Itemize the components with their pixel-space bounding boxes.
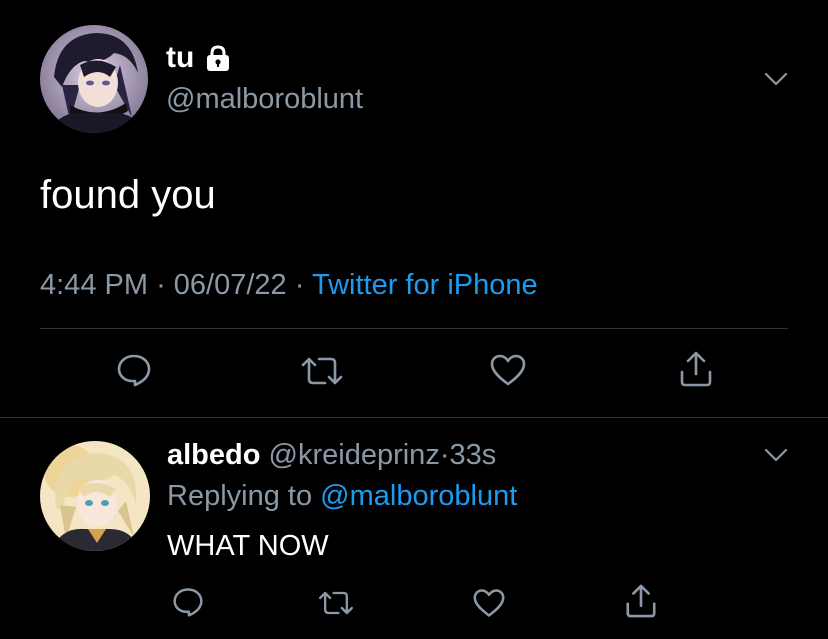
tweet-time: 4:44 PM — [40, 269, 148, 301]
divider — [0, 417, 828, 418]
retweet-icon[interactable] — [317, 588, 355, 618]
avatar[interactable] — [40, 441, 150, 551]
mention-link[interactable]: @malboroblunt — [320, 480, 517, 512]
heart-icon[interactable] — [489, 352, 527, 388]
timestamp[interactable]: 33s — [449, 439, 496, 471]
comment-icon[interactable] — [172, 586, 204, 618]
avatar[interactable] — [40, 25, 148, 133]
replying-to-label: Replying to — [167, 480, 313, 512]
replying-to: Replying to @malboroblunt — [167, 479, 517, 513]
display-name-text: tu — [166, 41, 195, 74]
tweet-source-link[interactable]: Twitter for iPhone — [312, 269, 538, 301]
share-icon[interactable] — [678, 350, 714, 388]
display-name[interactable]: tu — [166, 40, 233, 76]
handle[interactable]: @malboroblunt — [166, 82, 363, 116]
reply-header: albedo @kreideprinz·33s — [167, 438, 496, 472]
tweet-text: found you — [40, 173, 216, 217]
avatar-image — [40, 441, 150, 551]
tweet-date: 06/07/22 — [173, 269, 287, 301]
heart-icon[interactable] — [472, 587, 506, 619]
avatar-image — [40, 25, 148, 133]
display-name[interactable]: albedo — [167, 439, 260, 471]
separator: · — [294, 269, 305, 301]
chevron-down-icon[interactable] — [763, 68, 789, 90]
handle[interactable]: @kreideprinz — [269, 439, 440, 471]
tweet-metadata: 4:44 PM · 06/07/22 · Twitter for iPhone — [40, 268, 538, 302]
tweet-text: WHAT NOW — [167, 530, 329, 562]
divider — [40, 328, 788, 329]
lock-icon — [203, 43, 233, 73]
separator: · — [156, 269, 166, 301]
share-icon[interactable] — [624, 583, 658, 619]
retweet-icon[interactable] — [301, 353, 343, 389]
comment-icon[interactable] — [116, 352, 152, 388]
chevron-down-icon[interactable] — [763, 444, 789, 466]
